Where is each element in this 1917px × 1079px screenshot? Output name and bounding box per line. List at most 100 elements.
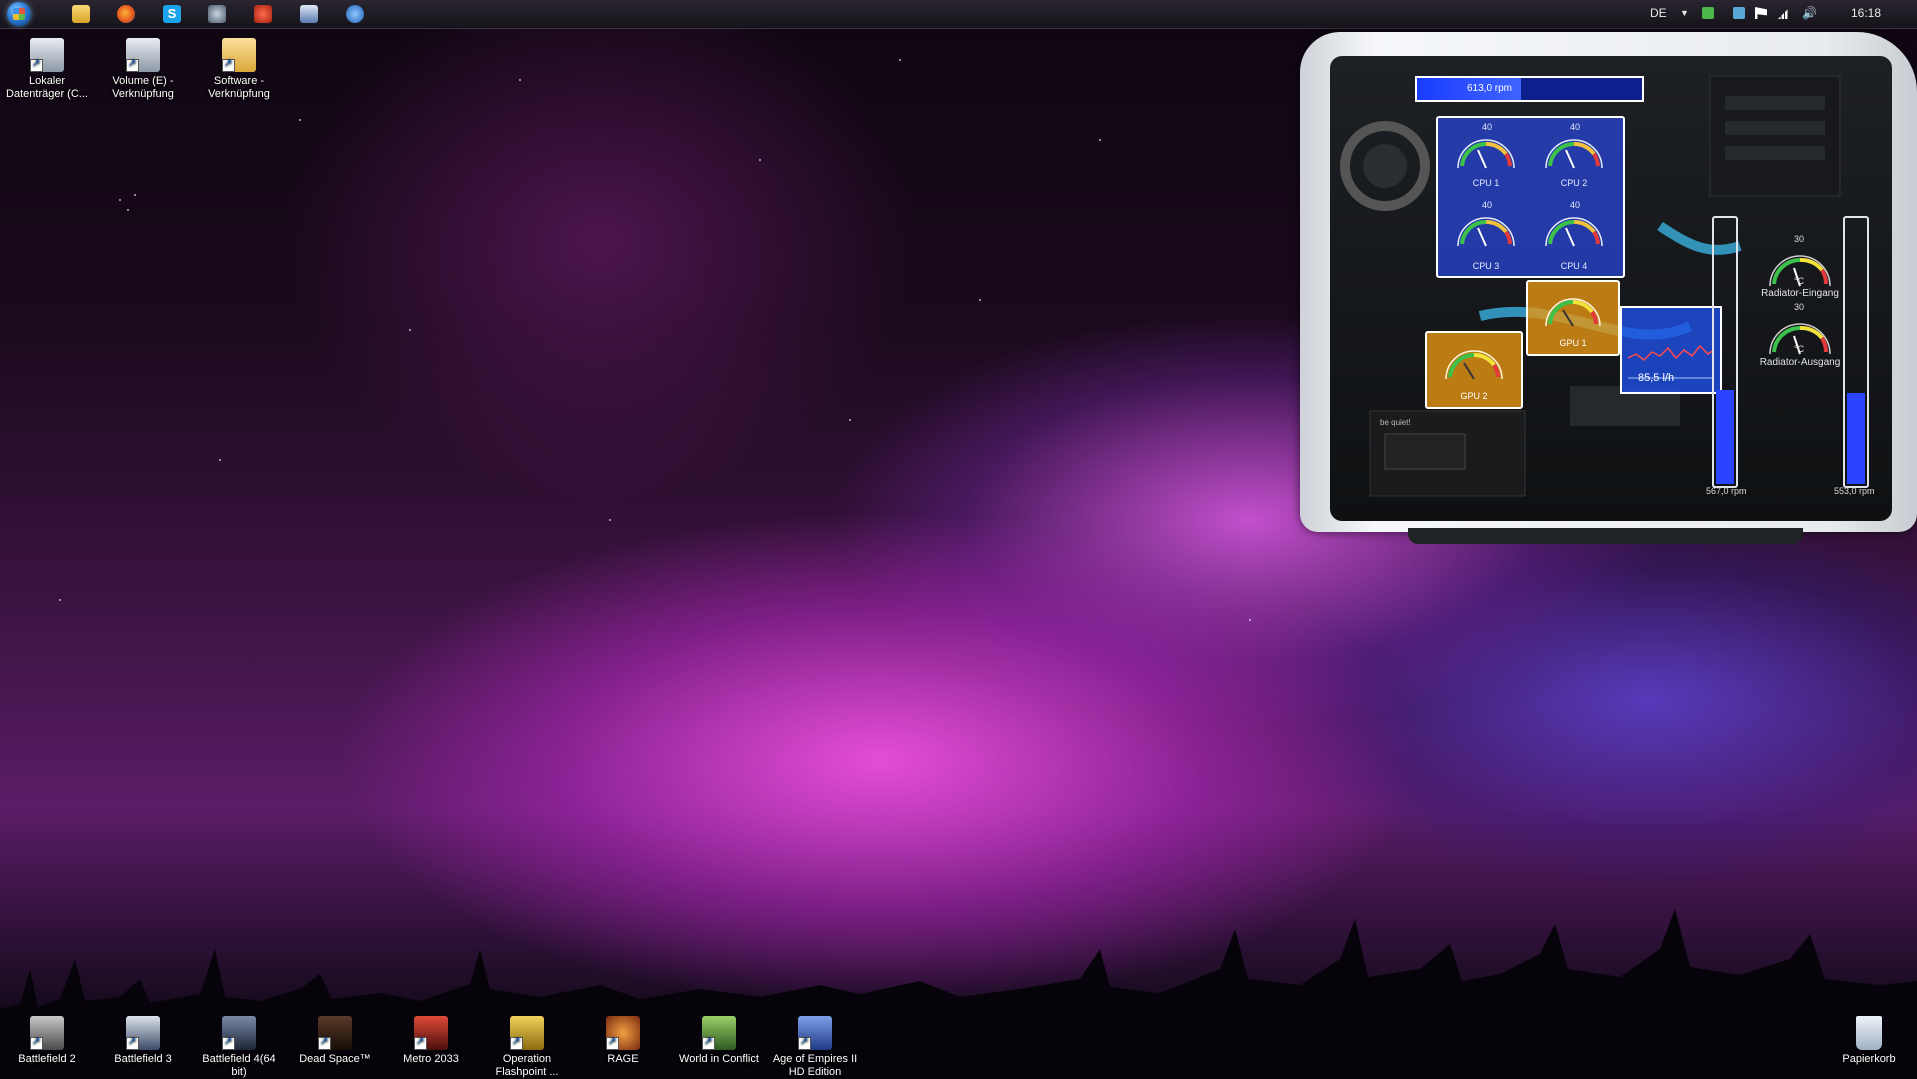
desktop-icon-label: Battlefield 2	[18, 1053, 76, 1065]
skype-icon[interactable]: S	[163, 5, 181, 23]
metro-2033-icon	[414, 1016, 448, 1050]
radiator-tick-label: 30	[1794, 302, 1805, 312]
battlefield-3-icon	[126, 1016, 160, 1050]
operation-flashpoint-icon	[510, 1016, 544, 1050]
desktop-icon-label: Age of Empires II HD Edition	[772, 1053, 858, 1078]
shortcut-arrow-icon	[702, 1035, 715, 1050]
settings-app-icon[interactable]	[346, 5, 364, 23]
desktop-icon-label: RAGE	[607, 1053, 639, 1065]
cpu-4-label: CPU 4	[1560, 261, 1588, 271]
shortcut-arrow-icon	[126, 57, 139, 72]
rage-icon	[606, 1016, 640, 1050]
cpu-2-label: CPU 2	[1560, 178, 1588, 188]
right-fan-rpm-tube	[1843, 216, 1869, 488]
gpu-1-label: GPU 1	[1559, 338, 1587, 348]
coolant-flow-panel: 85,5 l/h	[1620, 306, 1722, 394]
shortcut-arrow-icon	[318, 1035, 331, 1050]
desktop-icon-label: Dead Space™	[299, 1053, 371, 1065]
gauge-tick-label: 40	[1482, 122, 1493, 132]
language-indicator[interactable]: DE	[1650, 6, 1667, 20]
desktop-icon-world-in-conflict[interactable]: World in Conflict	[674, 1016, 764, 1066]
chevron-down-icon[interactable]: ▼	[1680, 8, 1689, 18]
psu-brand-label: be quiet!	[1380, 418, 1411, 427]
case-foot	[1408, 528, 1803, 544]
desktop-icon-metro-2033[interactable]: Metro 2033	[386, 1016, 476, 1066]
radiator-unit-label: °C	[1794, 276, 1805, 286]
shortcut-arrow-icon	[222, 1035, 235, 1050]
system-monitor-icon[interactable]	[300, 5, 318, 23]
cpu-1-label: CPU 1	[1472, 178, 1500, 188]
speaker-icon[interactable]: 🔊	[1802, 6, 1817, 20]
coolant-flow-value: 85,5 l/h	[1638, 372, 1675, 384]
cpu-gauges-dials	[1457, 139, 1603, 247]
gauge-tick-label: 40	[1482, 200, 1493, 210]
shortcut-arrow-icon	[414, 1035, 427, 1050]
clock[interactable]: 16:18	[1851, 6, 1881, 20]
gpu-2-label: GPU 2	[1460, 391, 1488, 401]
shortcut-arrow-icon	[30, 1035, 43, 1050]
top-fan-rpm-bar: 613,0 rpm	[1415, 76, 1644, 102]
desktop-icon-volume-e[interactable]: Volume (E) - Verknüpfung	[98, 38, 188, 101]
shortcut-arrow-icon	[126, 1035, 139, 1050]
desktop-icon-label: Software - Verknüpfung	[208, 75, 270, 100]
wallpaper-treeline	[0, 909, 1917, 1079]
game-launcher-icon[interactable]	[254, 5, 272, 23]
desktop-icon-operation-flashpoint[interactable]: Operation Flashpoint ...	[482, 1016, 572, 1079]
right-fan-rpm-fill	[1847, 392, 1865, 484]
radiator-inlet-label: Radiator-Eingang	[1761, 288, 1839, 299]
explorer-icon[interactable]	[72, 5, 90, 23]
desktop-icon-label: Metro 2033	[403, 1053, 459, 1065]
flag-icon[interactable]	[1755, 7, 1767, 19]
recycle-bin-icon	[1856, 1016, 1882, 1050]
world-in-conflict-icon	[702, 1016, 736, 1050]
steam-icon[interactable]	[208, 5, 226, 23]
desktop-icon-software[interactable]: Software - Verknüpfung	[194, 38, 284, 101]
hard-drive-icon	[30, 38, 64, 72]
radiator-unit-label: °C	[1794, 344, 1805, 354]
desktop-icon-dead-space[interactable]: Dead Space™	[290, 1016, 380, 1066]
battlefield-2-icon	[30, 1016, 64, 1050]
desktop-icon-label: Battlefield 4(64 bit)	[202, 1053, 276, 1078]
desktop-icon-label: Operation Flashpoint ...	[495, 1053, 559, 1078]
desktop-icon-label: Lokaler Datenträger (C...	[6, 75, 88, 100]
radiator-outlet-label: Radiator-Ausgang	[1759, 357, 1841, 368]
signal-icon[interactable]	[1778, 7, 1790, 19]
monitor-tray-icon[interactable]	[1733, 7, 1745, 19]
firefox-icon[interactable]	[117, 5, 135, 23]
right-fan-rpm-text: 553,0 rpm	[1834, 486, 1875, 496]
folder-icon	[222, 38, 256, 72]
shortcut-arrow-icon	[222, 57, 235, 72]
desktop-icon-recycle-bin[interactable]: Papierkorb	[1824, 1016, 1914, 1066]
gpu-2-gauge-panel: GPU 2	[1425, 331, 1523, 409]
age-of-empires-icon	[798, 1016, 832, 1050]
gauge-tick-label: 40	[1570, 122, 1581, 132]
gauge-tick-label: 40	[1570, 200, 1581, 210]
left-fan-rpm-tube	[1712, 216, 1738, 488]
desktop-icon-label: Battlefield 3	[114, 1053, 172, 1065]
desktop-icon-battlefield-4[interactable]: Battlefield 4(64 bit)	[194, 1016, 284, 1079]
gpu-1-gauge-panel: GPU 1	[1526, 280, 1620, 356]
shortcut-arrow-icon	[606, 1035, 619, 1050]
network-status-icon[interactable]	[1702, 7, 1714, 19]
hardware-monitor-widget[interactable]: be quiet! 613,0 rpm CPU 1 CPU 2 CPU 3 CP…	[1300, 32, 1917, 544]
shortcut-arrow-icon	[30, 57, 43, 72]
desktop-icon-battlefield-2[interactable]: Battlefield 2	[2, 1016, 92, 1066]
shortcut-arrow-icon	[798, 1035, 811, 1050]
battlefield-4-icon	[222, 1016, 256, 1050]
start-button[interactable]	[7, 2, 31, 26]
desktop-icon-battlefield-3[interactable]: Battlefield 3	[98, 1016, 188, 1066]
hard-drive-icon	[126, 38, 160, 72]
left-fan-rpm-fill	[1716, 390, 1734, 484]
desktop-icon-rage[interactable]: RAGE	[578, 1016, 668, 1066]
shortcut-arrow-icon	[510, 1035, 523, 1050]
cpu-gauges-panel: CPU 1 CPU 2 CPU 3 CPU 4 40 40 40 40	[1436, 116, 1625, 278]
desktop-icon-label: Papierkorb	[1842, 1053, 1896, 1065]
taskbar: S DE ▼ 🔊 16:18	[0, 0, 1917, 29]
cpu-3-label: CPU 3	[1472, 261, 1500, 271]
left-fan-rpm-text: 567,0 rpm	[1706, 486, 1747, 496]
desktop-icon-drive-c[interactable]: Lokaler Datenträger (C...	[2, 38, 92, 101]
desktop-icon-age-of-empires[interactable]: Age of Empires II HD Edition	[770, 1016, 860, 1079]
desktop-icon-label: Volume (E) - Verknüpfung	[112, 75, 174, 100]
desktop-icon-label: World in Conflict	[679, 1053, 759, 1065]
top-fan-rpm-text: 613,0 rpm	[1466, 83, 1513, 94]
